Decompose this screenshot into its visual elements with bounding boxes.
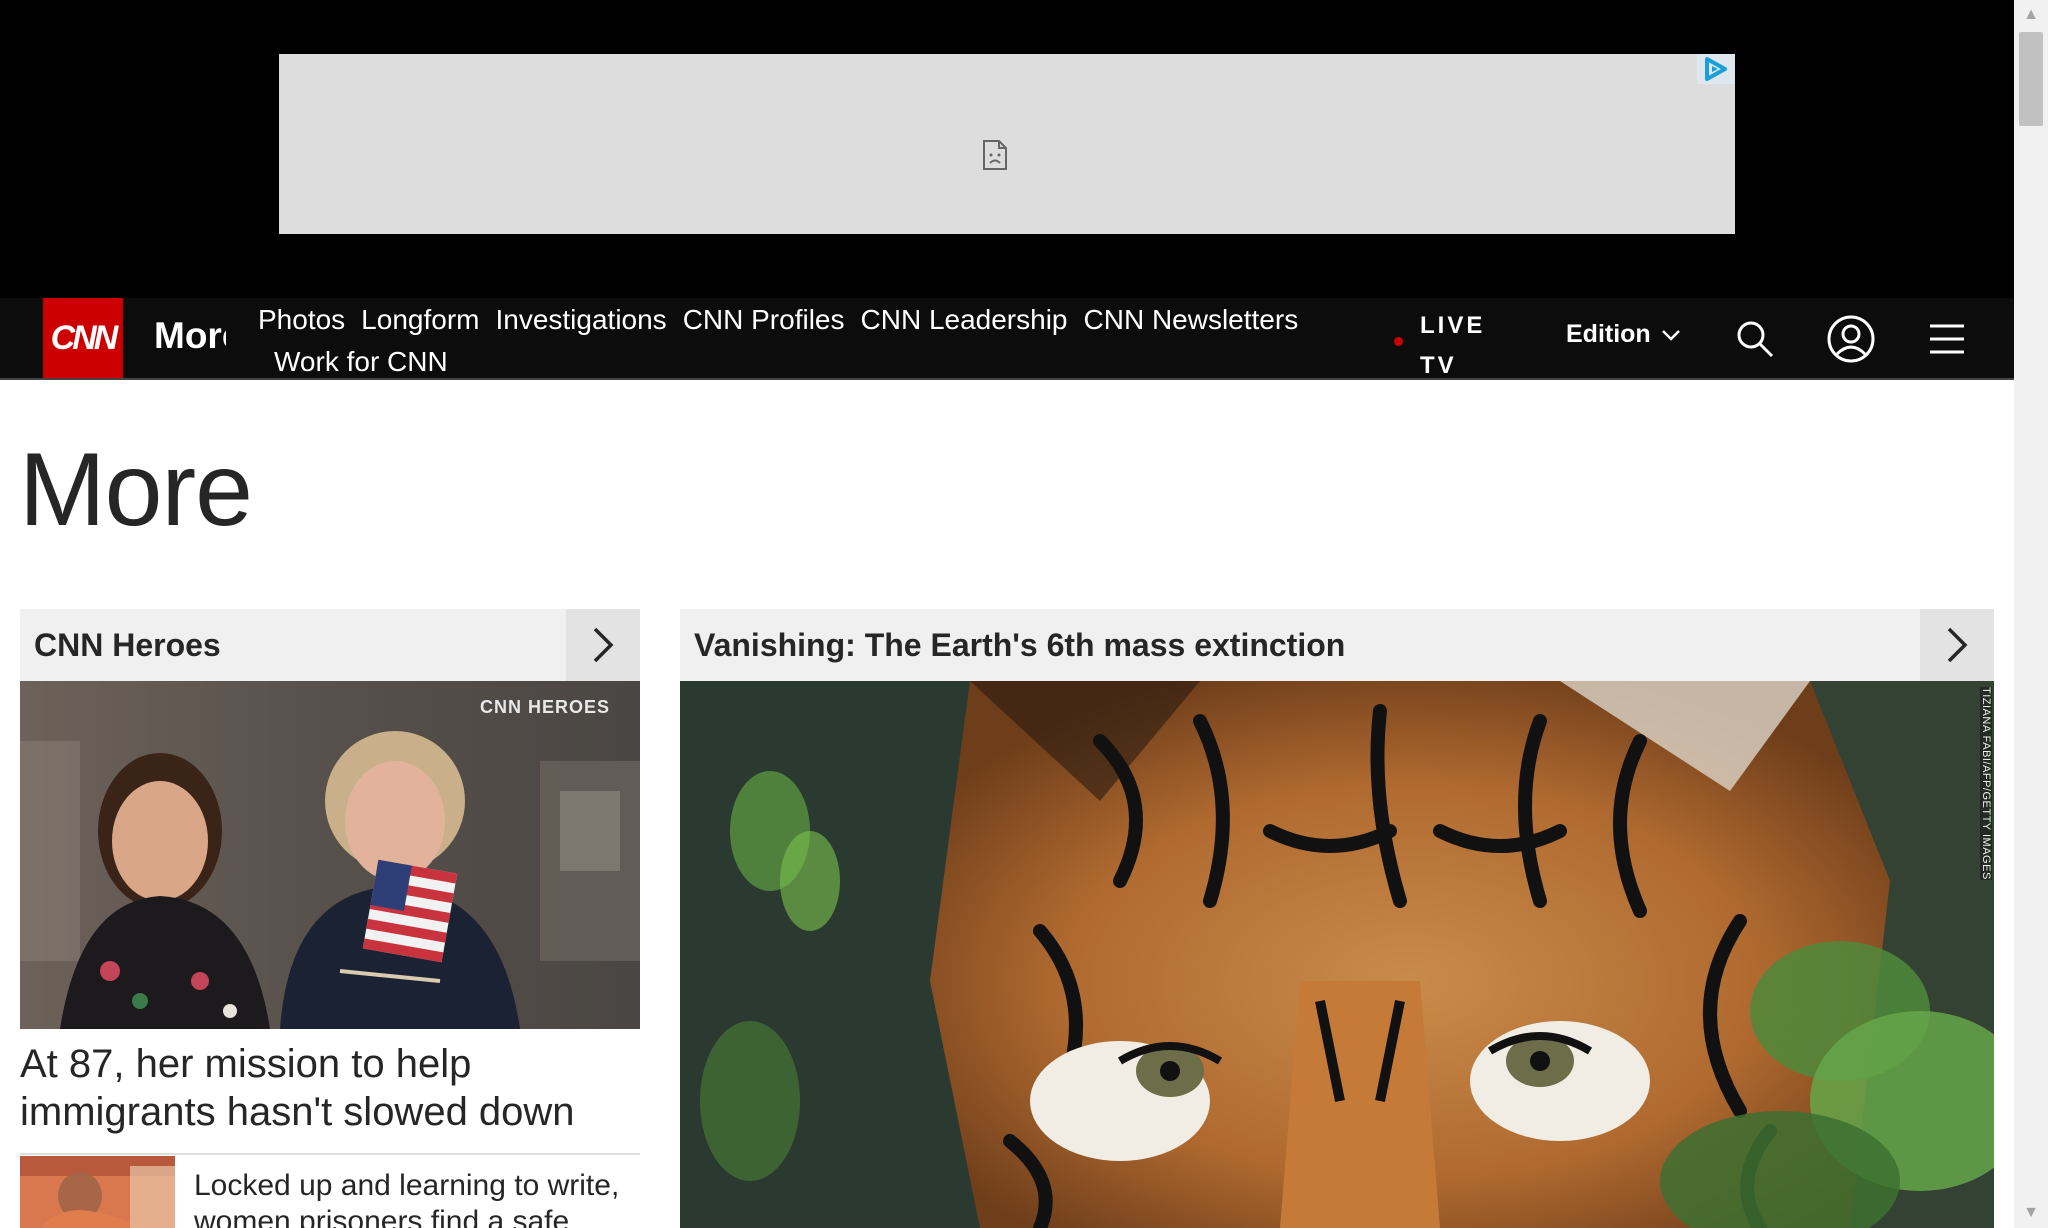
- vertical-scrollbar[interactable]: ▲ ▼: [2014, 0, 2048, 1228]
- chevron-down-icon: [1661, 320, 1681, 349]
- heroes-watermark: CNN HEROES: [479, 697, 610, 717]
- photo-credit: TIZIANA FABI/AFP/GETTY IMAGES: [1980, 687, 1992, 880]
- subnav-link-cnn-newsletters[interactable]: CNN Newsletters: [1084, 304, 1299, 336]
- live-tv-link[interactable]: LIVE TV: [1420, 306, 1510, 386]
- adchoices-icon[interactable]: [1697, 54, 1735, 84]
- subnav-link-cnn-profiles[interactable]: CNN Profiles: [683, 304, 845, 336]
- subnav-link-investigations[interactable]: Investigations: [495, 304, 666, 336]
- broken-image-icon: [981, 139, 1009, 171]
- heroes-story-image[interactable]: CNN HEROES: [20, 681, 640, 1029]
- logo-text: CNN: [50, 318, 119, 357]
- menu-icon[interactable]: [1922, 314, 1972, 364]
- top-navigation: CNN More Photos Longform Investigations …: [0, 298, 2014, 380]
- secondary-story-thumbnail[interactable]: [20, 1156, 175, 1228]
- search-icon[interactable]: [1730, 314, 1780, 364]
- page-title: More: [19, 432, 253, 548]
- edition-label: Edition: [1566, 320, 1651, 348]
- heroes-headline-link[interactable]: At 87, her mission to help immigrants ha…: [20, 1040, 640, 1136]
- account-icon[interactable]: [1826, 314, 1876, 364]
- chevron-right-icon[interactable]: [566, 609, 640, 681]
- cnn-logo[interactable]: CNN: [43, 298, 123, 378]
- subnav-link-work-for-cnn[interactable]: Work for CNN: [274, 346, 448, 378]
- chevron-right-icon[interactable]: [1920, 609, 1994, 681]
- heroes-section-title: CNN Heroes: [34, 627, 221, 663]
- subnav-link-cnn-leadership[interactable]: CNN Leadership: [861, 304, 1068, 336]
- heroes-section-header[interactable]: CNN Heroes: [20, 609, 640, 681]
- scroll-up-arrow-icon[interactable]: ▲: [2014, 0, 2048, 30]
- section-name[interactable]: More: [154, 316, 226, 356]
- subnav-link-longform[interactable]: Longform: [361, 304, 479, 336]
- live-indicator-dot: [1394, 337, 1403, 346]
- page-viewport: CNN More Photos Longform Investigations …: [0, 0, 2014, 1228]
- edition-selector[interactable]: Edition: [1566, 320, 1681, 349]
- subnav-row: Work for CNN: [274, 342, 464, 382]
- secondary-story-link[interactable]: Locked up and learning to write, women p…: [194, 1168, 644, 1228]
- vanishing-section-title: Vanishing: The Earth's 6th mass extincti…: [694, 627, 1346, 663]
- tiger-story-image[interactable]: TIZIANA FABI/AFP/GETTY IMAGES: [680, 681, 1994, 1228]
- subnav-row: Photos Longform Investigations CNN Profi…: [258, 298, 1314, 342]
- story-divider: [20, 1153, 640, 1155]
- subnav-link-photos[interactable]: Photos: [258, 304, 345, 336]
- vanishing-section-header[interactable]: Vanishing: The Earth's 6th mass extincti…: [680, 609, 1994, 681]
- scrollbar-thumb[interactable]: [2019, 32, 2043, 126]
- ad-band: [0, 0, 2014, 298]
- scroll-down-arrow-icon[interactable]: ▼: [2014, 1198, 2048, 1228]
